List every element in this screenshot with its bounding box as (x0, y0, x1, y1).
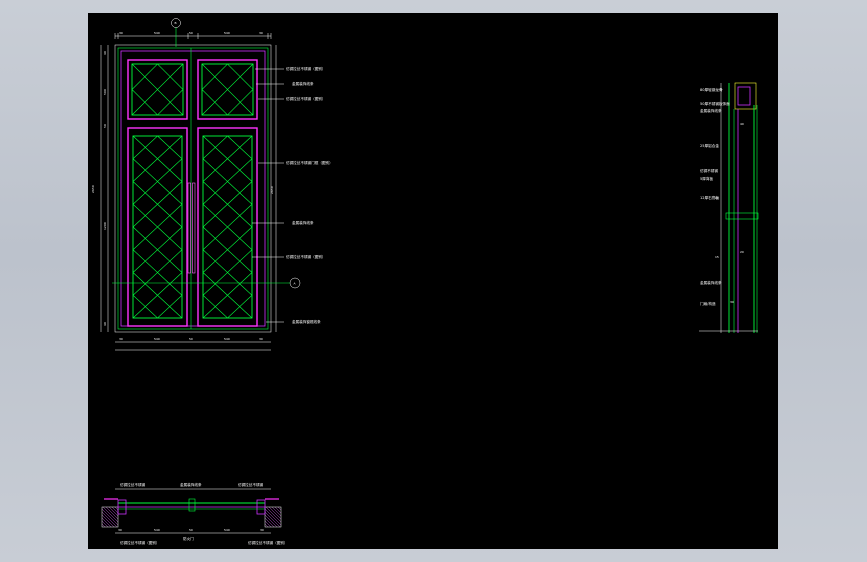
section-handle (725, 212, 759, 220)
section-dim-1: 30 (730, 300, 734, 304)
bottom-dim-2: 540 (154, 337, 160, 341)
panel-lower-right-pattern (202, 135, 253, 319)
plan-bottom-label-1: 仿铜拉丝不锈钢（图别） (120, 540, 160, 545)
cad-model-viewport[interactable]: 30 540 50 540 30 B 30 540 50 540 30 2650… (88, 13, 778, 549)
hatch-line (268, 506, 282, 520)
grid-bubble-top-label: B (175, 21, 177, 25)
section-label-3: 金属装饰线条 (700, 108, 722, 113)
top-dim-3: 50 (189, 31, 193, 35)
section-dim-3: 15 (715, 255, 719, 259)
hatch-line (264, 520, 272, 528)
top-dim-4: 540 (224, 31, 230, 35)
hatch-line (101, 508, 119, 526)
plan-dim-4: 540 (224, 528, 230, 532)
door-plan: 30 540 50 540 30 仿铜拉丝不锈钢 金属装饰线条 仿铜拉丝不锈钢 … (101, 482, 288, 545)
top-dim-5: 30 (259, 31, 263, 35)
plan-top-label-2: 金属装饰线条 (180, 482, 202, 487)
plan-top-label-1: 仿铜拉丝不锈钢 (120, 482, 146, 487)
plan-wall-hatch-left (101, 506, 119, 528)
right-total-dim: 2650 (270, 186, 274, 194)
section-dim-2: 20 (715, 196, 719, 200)
door-handle-right (192, 182, 196, 274)
elevation-trim (120, 50, 266, 327)
door-handle-left (187, 182, 191, 274)
panel-upper-left-pattern (131, 63, 184, 116)
panel-lower-left-pattern (132, 135, 183, 319)
plan-dim-2: 540 (154, 528, 160, 532)
section-dim-4: 40 (740, 122, 744, 126)
left-dim-2: 500 (103, 89, 107, 95)
left-dim-5: 40 (103, 322, 107, 326)
bottom-dim-4: 540 (224, 337, 230, 341)
hatch-line (264, 511, 281, 528)
plan-dim-1: 30 (118, 528, 122, 532)
section-label-2: 50厚不锈钢板饰面 (700, 101, 730, 106)
hatch-line (277, 506, 282, 511)
bottom-dim-1: 30 (119, 337, 123, 341)
annotation-4: 仿铜拉丝不锈钢门框（图别） (286, 160, 333, 165)
annotation-1: 仿铜拉丝不锈钢（图别） (286, 66, 326, 71)
top-dim-2: 540 (154, 31, 160, 35)
section-label-1: 80厚轻钢龙骨 (700, 87, 723, 92)
bottom-dim-5: 30 (259, 337, 263, 341)
annotation-6: 仿铜拉丝不锈钢（图别） (286, 254, 326, 259)
plan-dim-3: 50 (189, 528, 193, 532)
plan-top-label-3: 仿铜拉丝不锈钢 (238, 482, 264, 487)
section-label-9: 门扇/构造 (700, 301, 716, 306)
hatch-line (274, 506, 282, 514)
annotation-7: 金属装饰窗框线条 (292, 319, 321, 324)
section-label-4: 25厚铝合金 (700, 143, 719, 148)
bottom-dim-3: 50 (189, 337, 193, 341)
section-label-5: 仿铜不锈钢 (700, 168, 718, 173)
hatch-line (105, 506, 119, 520)
panel-upper-right-pattern (201, 63, 254, 116)
door-section: 80厚轻钢龙骨 50厚不锈钢板饰面 金属装饰线条 25厚铝合金 仿铜不锈钢 5厚… (699, 82, 759, 333)
hatch-line (101, 514, 115, 528)
annotation-3: 仿铜拉丝不锈钢（图别） (286, 96, 326, 101)
door-elevation: 30 540 50 540 30 B 30 540 50 540 30 2650… (91, 18, 333, 351)
grid-bubble-side-label: A (294, 282, 297, 286)
hatch-line (101, 523, 106, 528)
left-dim-4: 1200 (103, 222, 107, 230)
plan-dim-5: 30 (260, 528, 264, 532)
left-dim-1: 40 (103, 51, 107, 55)
plan-wall-hatch-right (264, 506, 282, 528)
hatch-line (114, 506, 119, 511)
plan-bottom-label-3: 仿铜拉丝不锈钢（图别） (248, 540, 288, 545)
top-dim-1: 30 (119, 31, 123, 35)
section-head-profile (737, 86, 751, 106)
cad-drawing: 30 540 50 540 30 B 30 540 50 540 30 2650… (91, 18, 759, 545)
elevation-outer-frame (114, 44, 272, 333)
section-dim-5: 20 (740, 250, 744, 254)
section-label-6: 5厚背板 (700, 176, 713, 181)
hatch-line (265, 506, 282, 523)
left-dim-3: 50 (103, 124, 107, 128)
hatch-line (102, 506, 119, 523)
plan-bottom-label-2: 防火门 (183, 536, 194, 541)
annotation-5: 金属装饰线条 (292, 220, 314, 225)
section-label-8: 金属装饰线条 (700, 280, 722, 285)
hatch-line (264, 508, 282, 526)
hatch-line (264, 514, 278, 528)
hatch-line (264, 523, 269, 528)
hatch-line (111, 506, 119, 514)
left-total-dim: 2650 (91, 185, 95, 193)
hatch-line (101, 520, 109, 528)
hatch-line (101, 511, 118, 528)
annotation-2: 金属装饰线条 (292, 81, 314, 86)
